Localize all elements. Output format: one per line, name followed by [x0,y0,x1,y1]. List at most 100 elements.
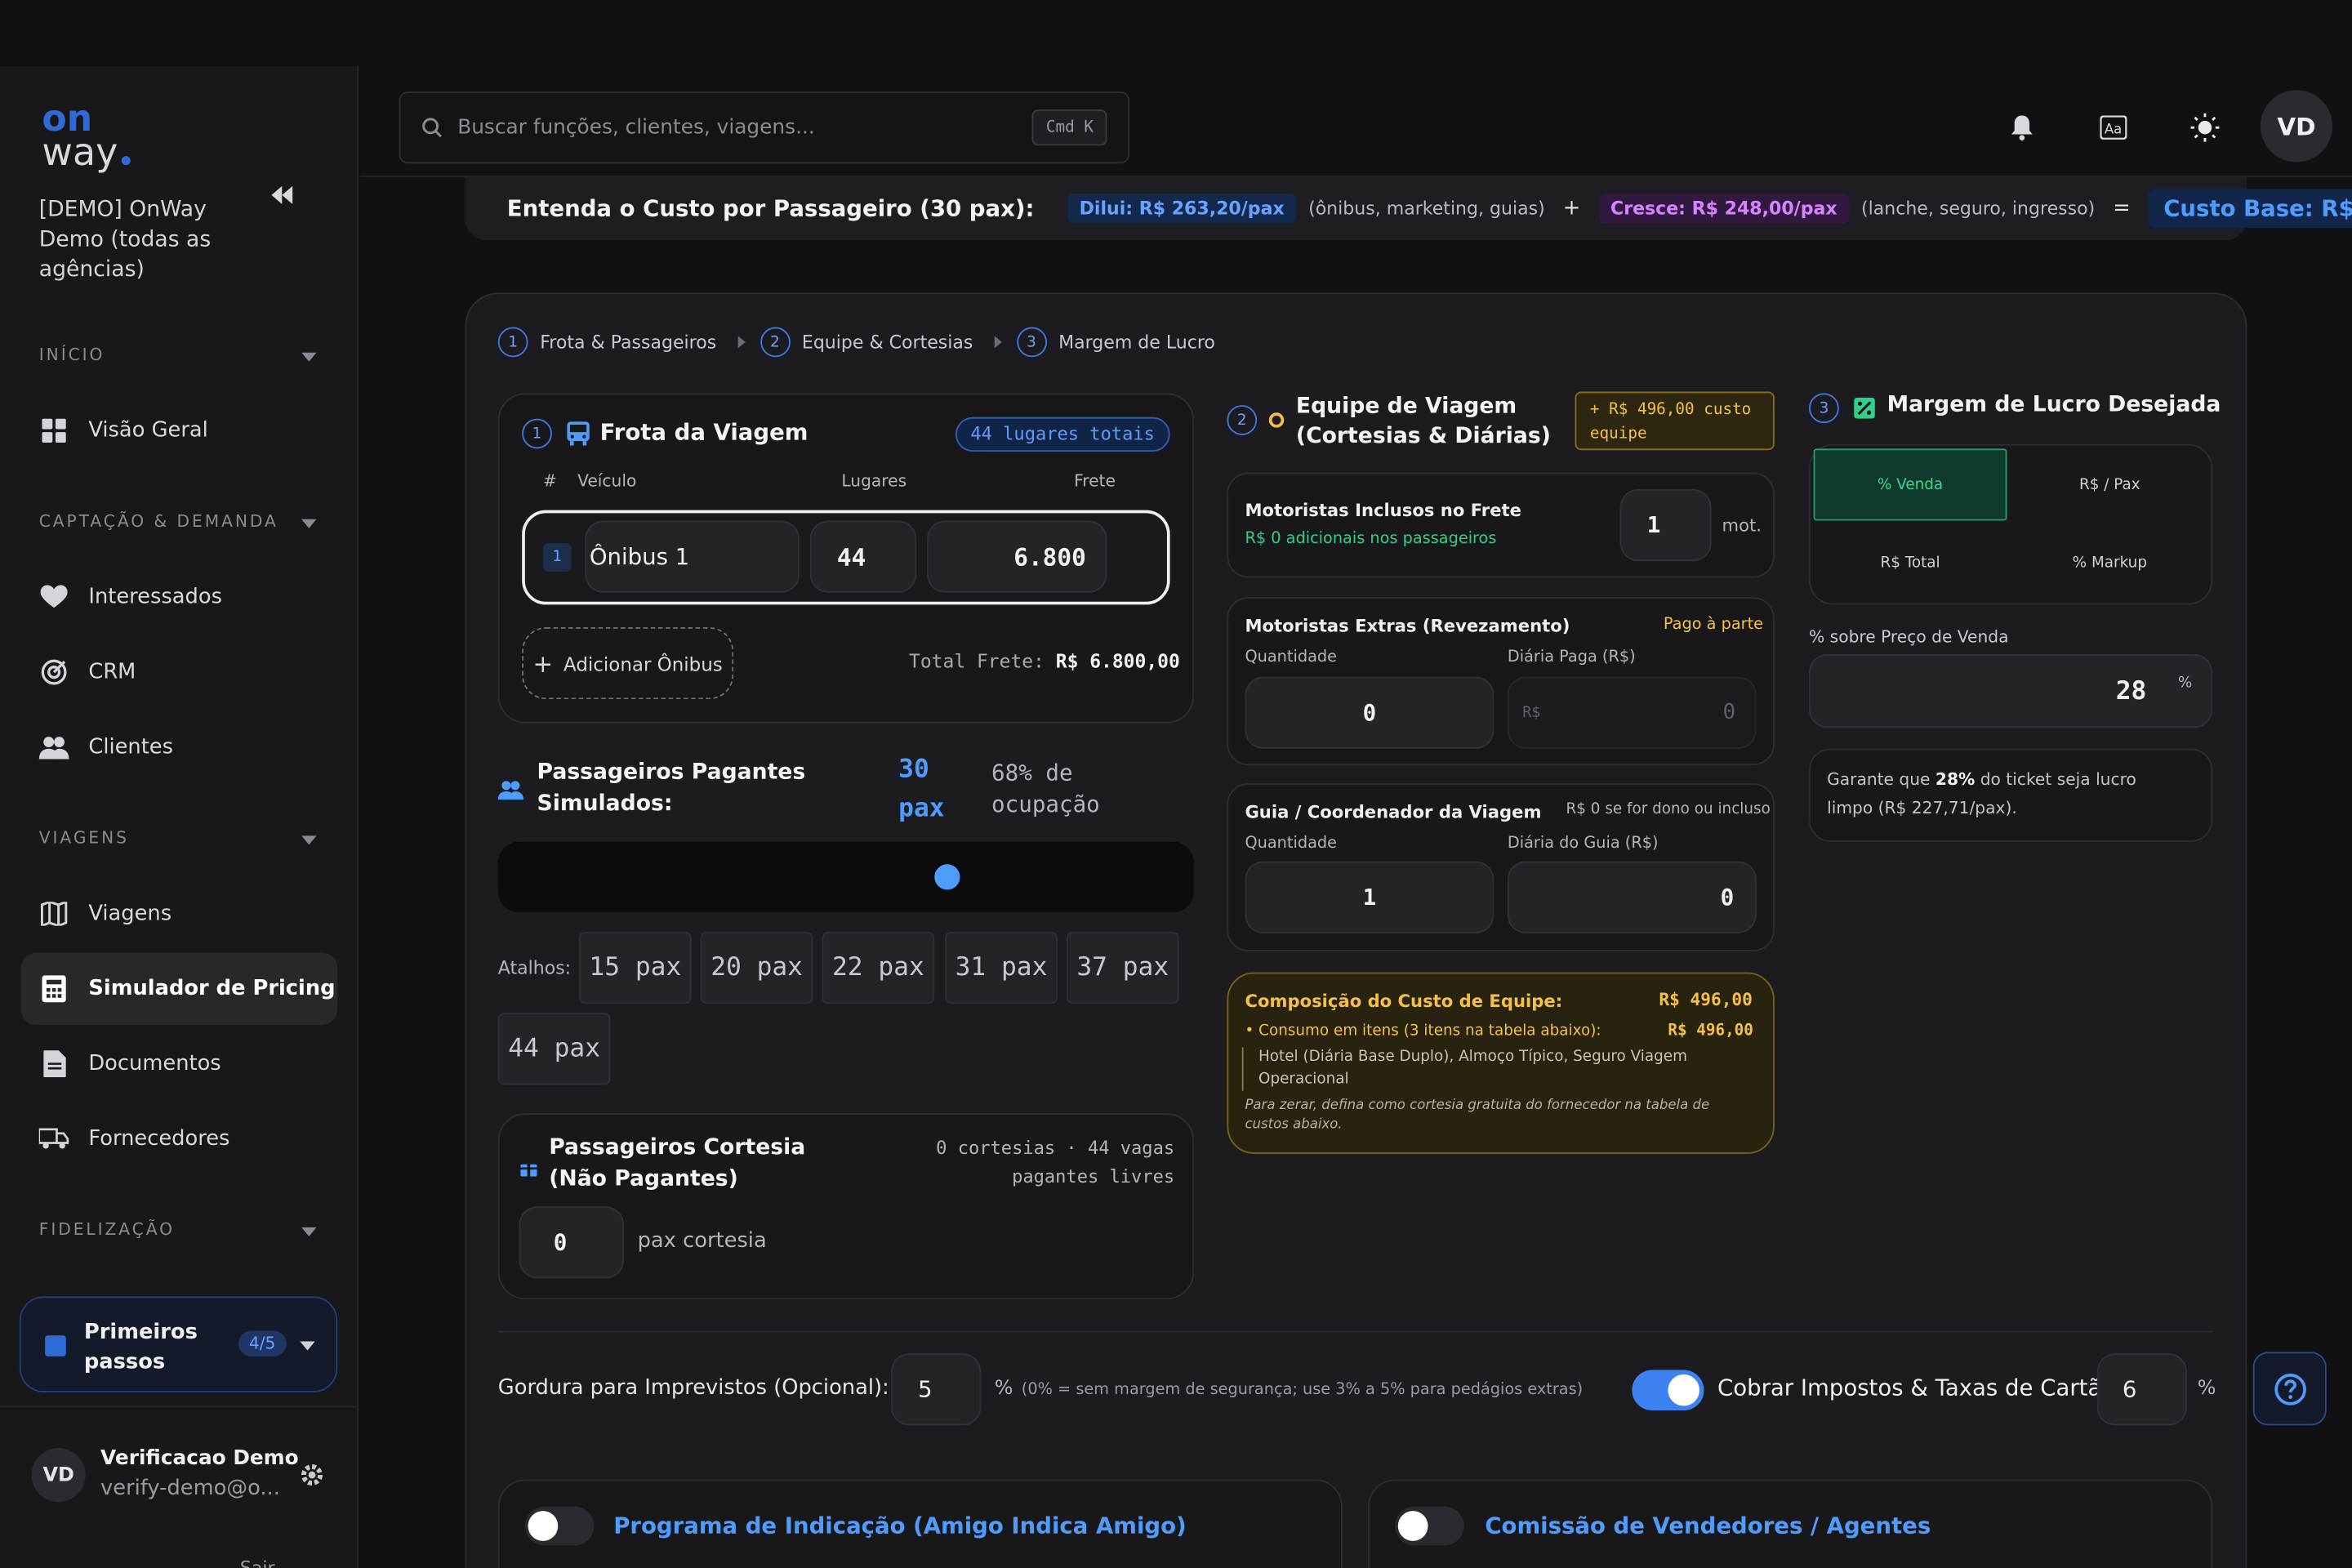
search-icon [422,118,443,138]
banner-title: Entenda o Custo por Passageiro (30 pax): [506,194,1035,222]
chevron-down-icon[interactable] [301,835,317,845]
margem-field[interactable]: 28 [1809,654,2213,728]
guia-daily-label: Diária do Guia (R$) [1507,834,1659,853]
sidebar-item-label: Clientes [88,735,174,760]
document-icon [39,1049,69,1079]
sun-icon[interactable] [2180,102,2230,153]
vehicle-name-field[interactable]: Ônibus 1 [585,520,800,593]
onboarding-label: Primeiros passos [83,1320,198,1374]
shortcut-15-pax[interactable]: 15 pax [578,931,692,1004]
sidebar: on way [DEMO] OnWay Demo (todas as agênc… [0,65,359,1568]
extras-daily-field[interactable]: R$ 0 [1507,676,1757,749]
section-viagens: VIAGENS [38,828,129,849]
onboarding-progress: 4/5 [238,1330,287,1356]
composicao-line-value: R$ 496,00 [1668,1022,1753,1040]
margem-unit: % [2177,675,2193,692]
impostos-toggle[interactable] [1632,1370,1704,1411]
impostos-field[interactable]: 6 [2096,1353,2187,1426]
total-frete: Total Frete: R$ 6.800,00 [909,650,1180,673]
vehicle-row-index: 1 [542,543,572,572]
onboarding-card[interactable]: Primeiros passos 4/5 [19,1296,338,1393]
panel-divider [497,1330,2213,1333]
chevron-down-icon[interactable] [301,1227,317,1236]
truck-icon [38,1124,69,1154]
settings-icon[interactable] [299,1462,326,1489]
step-margem[interactable]: Margem de Lucro [1058,332,1215,353]
sidebar-item-documentos[interactable]: Documentos [21,1028,338,1100]
shortcut-44-pax[interactable]: 44 pax [497,1013,611,1085]
calculator-icon [39,973,69,1004]
app-root: on way [DEMO] OnWay Demo (todas as agênc… [0,0,2352,1568]
step-equipe[interactable]: Equipe & Cortesias [802,332,973,353]
vehicle-seats-field[interactable]: 44 [809,520,917,593]
mode-reais-total[interactable]: R$ Total [1814,527,2007,599]
inclusos-sub: R$ 0 adicionais nos passageiros [1245,529,1497,548]
sidebar-item-label: Interessados [88,585,223,609]
toggle-knob [528,1511,559,1541]
cresce-note: (lanche, seguro, ingresso) [1861,198,2096,220]
col-header-vehicle: Veículo [577,470,637,491]
impostos-value: 6 [2122,1375,2137,1403]
translate-icon[interactable]: Aa [2088,102,2139,153]
sidebar-item-viagens[interactable]: Viagens [21,878,338,950]
shortcut-20-pax[interactable]: 20 pax [700,931,813,1004]
mode-markup[interactable]: % Markup [2013,527,2207,599]
total-frete-label: Total Frete: [909,649,1045,673]
composicao-line: • Consumo em itens (3 itens na tabela ab… [1245,1023,1601,1040]
vehicle-freight-field[interactable]: 6.800 [927,520,1107,593]
step-frota[interactable]: Frota & Passageiros [540,332,716,353]
guia-qty-field[interactable]: 1 [1245,861,1494,933]
guia-qty-label: Quantidade [1245,834,1338,853]
gordura-field[interactable]: 5 [890,1353,982,1426]
logout-link[interactable]: Sair [240,1557,275,1568]
chevron-down-icon[interactable] [301,352,317,362]
gordura-hint: (0% = sem margem de segurança; use 3% a … [1021,1380,1584,1399]
col-header-freight: Frete [1074,470,1116,491]
add-bus-button[interactable]: + Adicionar Ônibus [522,626,734,700]
shortcut-31-pax[interactable]: 31 pax [945,931,1058,1004]
pagantes-slider[interactable] [497,841,1195,913]
chevron-down-icon[interactable] [301,519,317,528]
comissao-toggle[interactable] [1395,1506,1464,1546]
sidebar-item-fornecedores[interactable]: Fornecedores [21,1102,338,1174]
inclusos-field[interactable]: 1 [1619,488,1712,562]
sidebar-item-crm[interactable]: CRM [21,636,338,708]
help-button[interactable] [2252,1352,2327,1426]
search-bar[interactable]: Cmd K [399,91,1130,164]
extras-qty-field[interactable]: 0 [1245,676,1494,749]
step-number: 3 [1016,327,1047,358]
mode-percent-venda[interactable]: % Venda [1813,448,2007,521]
composicao-title: Composição do Custo de Equipe: [1245,990,1563,1012]
sidebar-item-clientes[interactable]: Clientes [21,711,338,783]
gordura-value: 5 [918,1375,933,1403]
frota-step-number: 1 [522,418,552,449]
occupancy-text: 68% de ocupação [991,759,1100,818]
brand-logo: on way [42,100,130,171]
cortesia-field[interactable]: 0 [519,1206,625,1279]
collapse-icon[interactable] [267,180,297,210]
bell-icon[interactable] [1997,102,2047,153]
gold-badge-icon [1268,412,1285,428]
shortcut-37-pax[interactable]: 37 pax [1066,931,1179,1004]
indicacao-label[interactable]: Programa de Indicação (Amigo Indica Amig… [613,1512,1186,1539]
guia-daily-field[interactable]: 0 [1507,861,1757,933]
sidebar-item-simulador[interactable]: Simulador de Pricing [20,952,338,1025]
shortcut-22-pax[interactable]: 22 pax [822,931,935,1004]
slider-thumb[interactable] [933,864,960,890]
pagantes-count-value: 30 [898,755,929,785]
mode-reais-pax[interactable]: R$ / Pax [2013,448,2207,520]
user-avatar[interactable]: VD [31,1447,86,1503]
margem-note-prefix: Garante que [1827,769,1936,790]
composicao-note: Para zerar, defina como cortesia gratuit… [1245,1098,1710,1134]
gordura-label: Gordura para Imprevistos (Opcional): [497,1375,889,1401]
sidebar-item-visao-geral[interactable]: Visão Geral [21,394,338,466]
search-input[interactable] [457,115,998,140]
margem-step-number: 3 [1809,393,1839,424]
comissao-label[interactable]: Comissão de Vendedores / Agentes [1485,1512,1931,1539]
sidebar-item-interessados[interactable]: Interessados [21,561,338,633]
gordura-unit: % [994,1377,1013,1401]
dilui-chip: Dilui: R$ 263,20/pax [1067,194,1297,224]
guia-title: Guia / Coordenador da Viagem [1245,801,1542,822]
indicacao-toggle[interactable] [524,1506,595,1546]
header-avatar[interactable]: VD [2260,90,2333,163]
